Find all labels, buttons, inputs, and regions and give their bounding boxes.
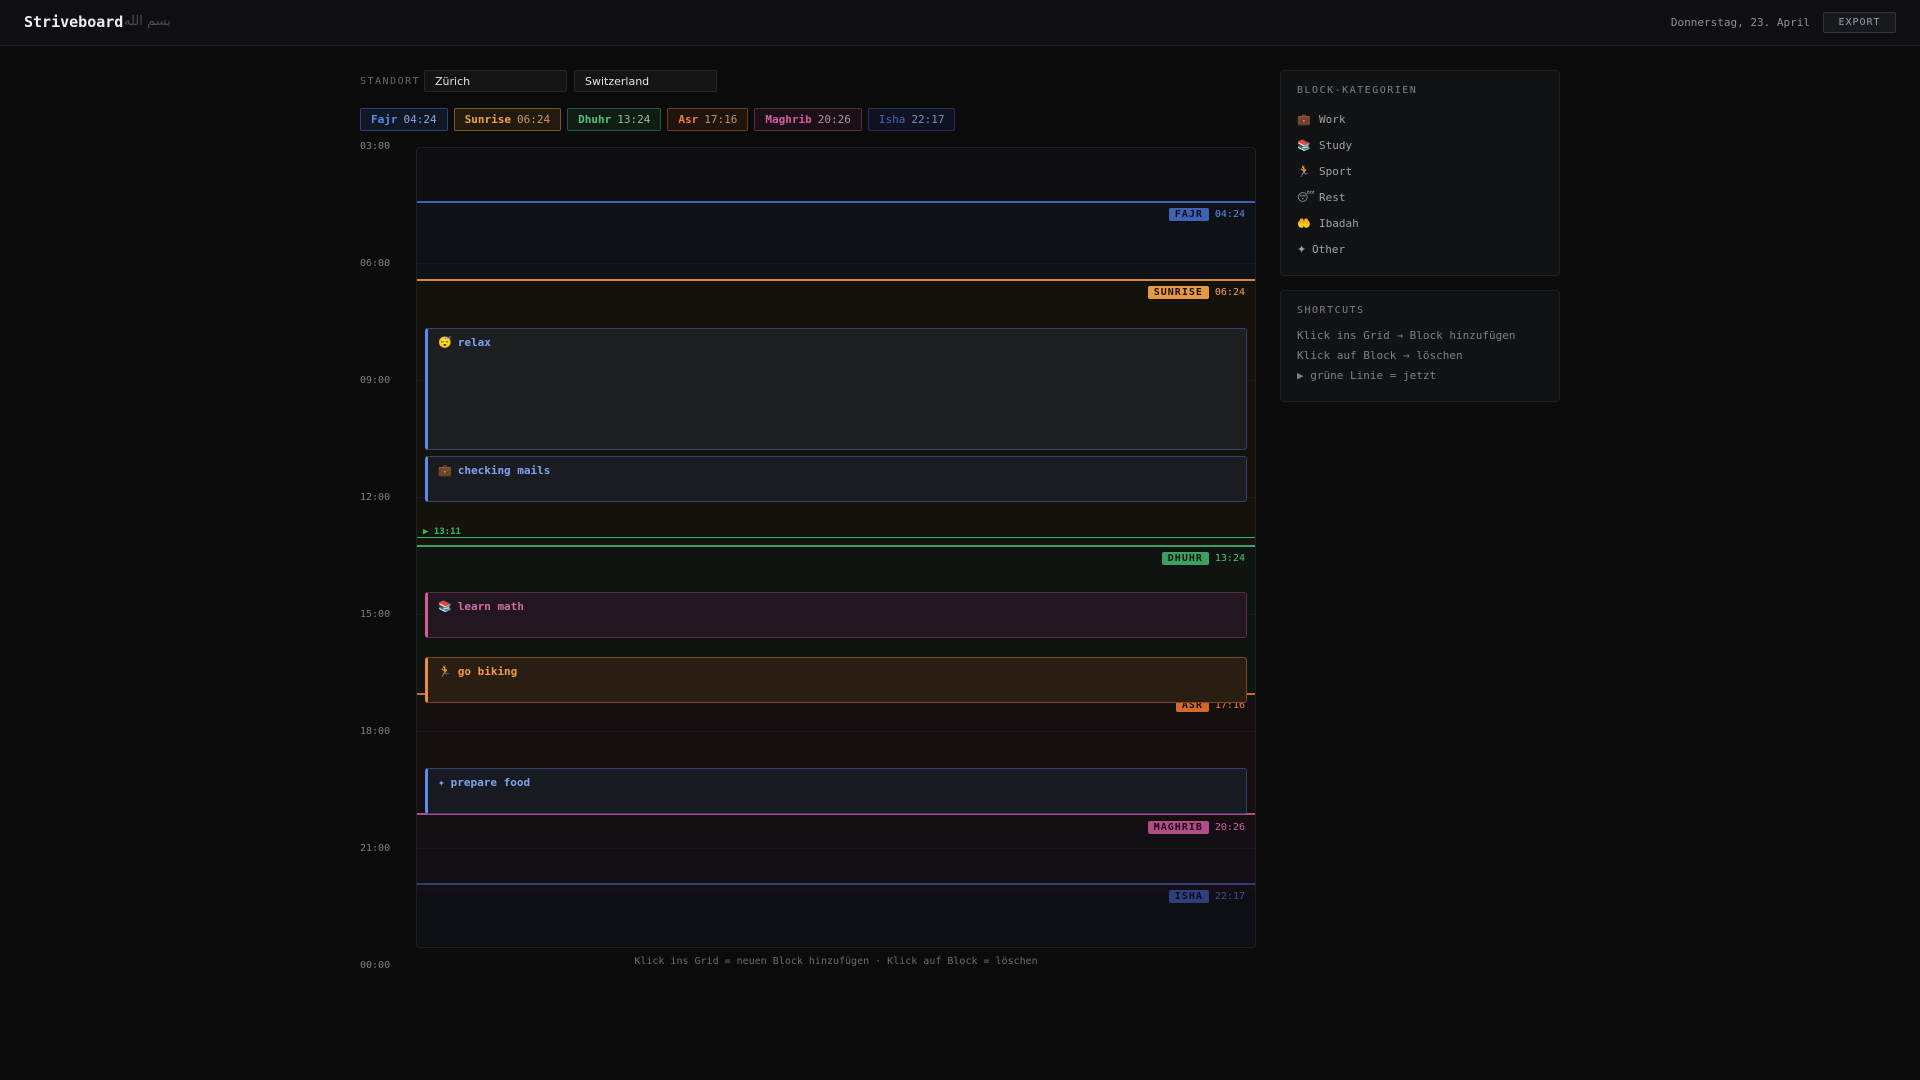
category-rest[interactable]: 😴 Rest	[1297, 184, 1543, 210]
prayer-tag-isha: ISHA 22:17	[1168, 890, 1245, 903]
sleeping-face-icon: 😴	[1297, 190, 1315, 204]
shortcut-item: ▶ grüne Linie = jetzt	[1297, 369, 1437, 382]
country-input[interactable]	[574, 70, 717, 92]
schedule-block[interactable]: ✦ prepare food	[425, 768, 1247, 814]
block-label: checking mails	[457, 464, 551, 477]
prayer-chip-maghrib[interactable]: Maghrib 20:26	[754, 108, 862, 131]
prayer-tag-fajr: FAJR 04:24	[1168, 208, 1245, 221]
sport-icon: 🏃	[438, 665, 452, 678]
block-label: go biking	[457, 665, 518, 678]
bismillah-text: بسم الله	[124, 14, 171, 29]
prayer-tag-maghrib: MAGHRIB 20:26	[1147, 821, 1245, 834]
category-ibadah[interactable]: 🤲 Ibadah	[1297, 210, 1543, 236]
top-bar: Striveboard بسم الله Donnerstag, 23. Apr…	[0, 0, 1920, 46]
export-button[interactable]: EXPORT	[1823, 12, 1896, 33]
hour-label: 12:00	[360, 492, 391, 503]
hour-label: 00:00	[360, 960, 391, 971]
study-icon: 📚	[438, 600, 452, 613]
grid-line	[417, 263, 1255, 264]
shortcut-item: Klick ins Grid → Block hinzufügen	[1297, 329, 1516, 342]
prayer-times-bar: Fajr 04:24 Sunrise 06:24 Dhuhr 13:24 Asr 17:…	[360, 108, 956, 131]
block-label: learn math	[457, 600, 524, 613]
app-title: Striveboard	[24, 13, 124, 31]
hour-label: 09:00	[360, 375, 391, 386]
work-icon: 💼	[438, 464, 452, 477]
hour-label: 15:00	[360, 609, 391, 620]
briefcase-icon: 💼	[1297, 112, 1311, 126]
city-input[interactable]	[424, 70, 567, 92]
praying-hands-icon: 🤲	[1297, 216, 1311, 230]
grid-line	[417, 848, 1255, 849]
sparkle-icon: ✦	[438, 776, 445, 789]
schedule-block[interactable]: 📚 learn math	[425, 592, 1247, 638]
location-label: STANDORT	[360, 76, 421, 87]
category-other[interactable]: ✦ Other	[1297, 236, 1543, 262]
prayer-chip-isha[interactable]: Isha 22:17	[867, 108, 956, 131]
prayer-chip-asr[interactable]: Asr 17:16	[667, 108, 749, 131]
grid-hint-text: Klick ins Grid = neuen Block hinzufügen …	[634, 956, 1038, 967]
prayer-line-sunrise	[417, 279, 1255, 281]
block-label: prepare food	[450, 776, 531, 789]
hour-label: 06:00	[360, 258, 391, 269]
schedule-block[interactable]: 💼 checking mails	[425, 456, 1247, 502]
grid-line	[417, 731, 1255, 732]
category-sport[interactable]: 🏃 Sport	[1297, 158, 1543, 184]
runner-icon: 🏃	[1297, 164, 1311, 178]
prayer-line-fajr	[417, 201, 1255, 203]
hour-label: 21:00	[360, 843, 391, 854]
now-time-label: ▶ 13:11	[423, 527, 461, 537]
shortcut-item: Klick auf Block → löschen	[1297, 349, 1463, 362]
current-date: Donnerstag, 23. April	[1670, 16, 1810, 29]
prayer-tag-dhuhr: DHUHR 13:24	[1161, 552, 1245, 565]
schedule-block[interactable]: 😴 relax	[425, 328, 1247, 450]
shortcuts-panel: SHORTCUTS Klick ins Grid → Block hinzufü…	[1280, 290, 1560, 402]
prayer-line-dhuhr	[417, 545, 1255, 547]
now-indicator-line	[417, 537, 1255, 538]
schedule-block[interactable]: 🏃 go biking	[425, 657, 1247, 703]
shortcuts-title: SHORTCUTS	[1297, 305, 1365, 316]
prayer-chip-dhuhr[interactable]: Dhuhr 13:24	[567, 108, 662, 131]
books-icon: 📚	[1297, 138, 1311, 152]
prayer-chip-fajr[interactable]: Fajr 04:24	[360, 108, 448, 131]
category-work[interactable]: 💼 Work	[1297, 106, 1543, 132]
hour-label: 03:00	[360, 141, 391, 152]
hour-label: 18:00	[360, 726, 391, 737]
block-label: relax	[457, 336, 491, 349]
zone-isha	[417, 894, 1255, 947]
category-study[interactable]: 📚 Study	[1297, 132, 1543, 158]
sparkle-icon: ✦	[1297, 242, 1307, 256]
zone-fajr	[417, 202, 1255, 280]
prayer-tag-sunrise: SUNRISE 06:24	[1147, 286, 1245, 299]
day-timeline-grid[interactable]: FAJR 04:24 SUNRISE 06:24 DHUHR 13:24 ASR…	[416, 147, 1256, 948]
rest-icon: 😴	[438, 336, 452, 349]
prayer-line-isha	[417, 883, 1255, 885]
categories-panel: BLOCK-KATEGORIEN 💼 Work 📚 Study 🏃 Sport 😴 Re…	[1280, 70, 1560, 276]
categories-title: BLOCK-KATEGORIEN	[1297, 85, 1418, 96]
prayer-chip-sunrise[interactable]: Sunrise 06:24	[453, 108, 562, 131]
